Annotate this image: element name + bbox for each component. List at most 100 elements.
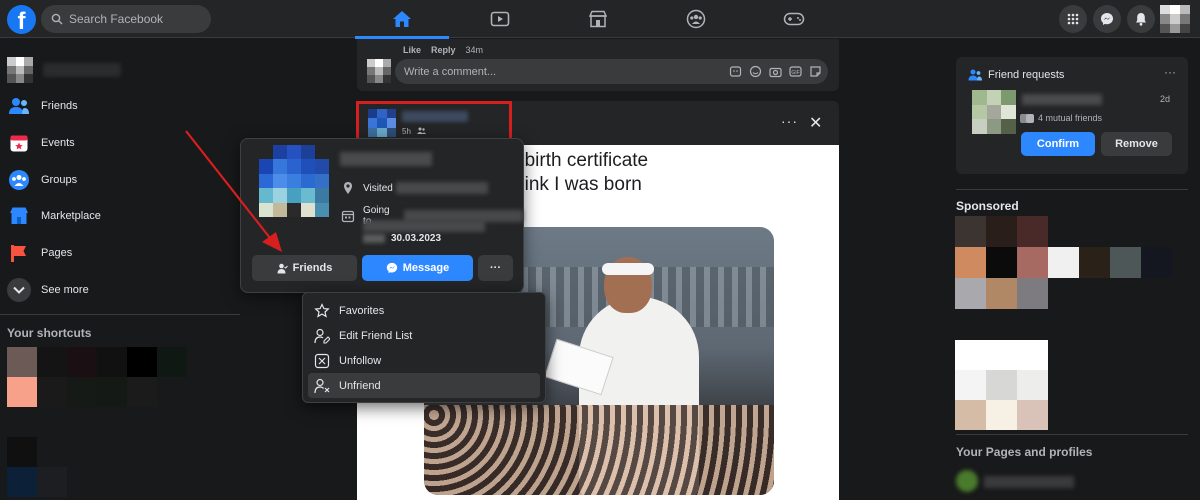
star-icon xyxy=(314,302,330,318)
profile-hover-card: Visited Going to 30.03.2023 Friends Mess… xyxy=(240,138,524,293)
more-options-button[interactable]: ··· xyxy=(478,255,513,281)
shortcut-list[interactable] xyxy=(7,437,67,497)
friend-requests-card: Friend requests ··· 2d 4 mutual friends … xyxy=(956,57,1188,174)
messenger-button[interactable] xyxy=(1093,5,1121,33)
sidebar-profile[interactable] xyxy=(7,57,121,83)
marketplace-icon xyxy=(588,10,608,28)
sidebar-item-label: Friends xyxy=(41,100,78,112)
account-avatar[interactable] xyxy=(1160,5,1190,33)
sidebar-item-label: Events xyxy=(41,137,75,149)
divider xyxy=(956,189,1188,190)
menu-button[interactable] xyxy=(1059,5,1087,33)
unfriend-icon xyxy=(314,378,330,393)
pages-profiles-title: Your Pages and profiles xyxy=(956,445,1093,459)
search-icon xyxy=(51,13,63,25)
notifications-button[interactable] xyxy=(1127,5,1155,33)
hover-card-name-blurred[interactable] xyxy=(340,152,432,166)
gaming-icon xyxy=(783,12,805,26)
friends-dropdown-menu: Favorites Edit Friend List Unfollow Unfr… xyxy=(302,292,546,403)
close-icon[interactable]: ✕ xyxy=(809,113,822,133)
sidebar-item-marketplace[interactable]: Marketplace xyxy=(7,201,101,231)
messenger-icon xyxy=(386,262,397,274)
svg-text:GIF: GIF xyxy=(791,70,799,76)
location-pin-icon xyxy=(344,182,352,194)
friend-request-avatar[interactable] xyxy=(972,90,1016,134)
divider xyxy=(0,314,240,315)
sponsored-title: Sponsored xyxy=(956,199,1019,213)
friends-icon xyxy=(7,94,31,118)
search-box[interactable] xyxy=(41,5,211,33)
menu-item-unfollow[interactable]: Unfollow xyxy=(308,348,540,373)
watch-icon xyxy=(490,11,510,27)
tab-gaming[interactable] xyxy=(747,0,841,38)
search-input[interactable] xyxy=(69,12,199,26)
mutual-friends[interactable]: 4 mutual friends xyxy=(1020,113,1102,123)
like-link[interactable]: Like xyxy=(403,45,421,55)
hover-card-date: 30.03.2023 xyxy=(363,233,441,244)
comment-input[interactable] xyxy=(404,65,704,78)
events-icon xyxy=(7,131,31,155)
marketplace-icon xyxy=(7,204,31,228)
friends-check-icon xyxy=(277,263,288,273)
calendar-icon xyxy=(341,210,355,223)
tab-marketplace[interactable] xyxy=(551,0,645,38)
friend-request-age: 2d xyxy=(1160,94,1171,104)
comment-time: 34m xyxy=(465,45,484,55)
avatar-sticker-icon[interactable] xyxy=(729,65,742,78)
sponsored-ad-image[interactable] xyxy=(955,216,1172,309)
mutual-friends-avatars-icon xyxy=(1020,113,1034,123)
sidebar-item-events[interactable]: Events xyxy=(7,128,75,158)
friend-request-icon xyxy=(968,69,982,81)
hover-card-visited: Visited xyxy=(341,181,488,195)
avatar xyxy=(7,57,33,83)
groups-icon xyxy=(686,9,706,29)
pages-icon xyxy=(7,241,31,265)
gif-icon[interactable]: GIF xyxy=(789,65,802,78)
left-sidebar: Friends Events Groups Marketplace Pages … xyxy=(0,39,240,500)
sidebar-item-see-more[interactable]: See more xyxy=(7,275,89,305)
friend-request-name-blurred[interactable] xyxy=(1022,94,1102,105)
menu-item-unfriend[interactable]: Unfriend xyxy=(308,373,540,398)
sidebar-item-label: Marketplace xyxy=(41,210,101,222)
friend-requests-title: Friend requests xyxy=(988,69,1065,81)
menu-item-favorites[interactable]: Favorites xyxy=(308,298,540,323)
avatar xyxy=(367,59,391,83)
comment-box[interactable]: GIF xyxy=(395,59,828,84)
facebook-logo[interactable]: f xyxy=(7,5,36,34)
shortcut-list[interactable] xyxy=(7,347,187,407)
menu-item-edit-friend-list[interactable]: Edit Friend List xyxy=(308,323,540,348)
sticker-icon[interactable] xyxy=(809,65,822,78)
edit-friend-list-icon xyxy=(314,328,330,344)
tab-groups[interactable] xyxy=(649,0,743,38)
top-bar: f xyxy=(0,0,1200,39)
reply-link[interactable]: Reply xyxy=(431,45,456,55)
friends-button[interactable]: Friends xyxy=(252,255,357,281)
camera-icon[interactable] xyxy=(769,65,782,78)
menu-icon xyxy=(1067,13,1079,25)
sidebar-item-label: Groups xyxy=(41,174,78,186)
groups-icon xyxy=(7,168,31,192)
emoji-icon[interactable] xyxy=(749,65,762,78)
page-name-blurred[interactable] xyxy=(984,476,1074,488)
sidebar-item-groups[interactable]: Groups xyxy=(7,165,77,195)
friend-requests-more-button[interactable]: ··· xyxy=(1164,65,1176,79)
post-options-button[interactable]: ··· xyxy=(781,113,798,129)
hover-card-avatar[interactable] xyxy=(259,145,329,217)
notifications-icon xyxy=(1136,13,1146,26)
confirm-button[interactable]: Confirm xyxy=(1021,132,1095,156)
sidebar-item-friends[interactable]: Friends xyxy=(7,91,78,121)
comment-actions: Like Reply 34m xyxy=(403,45,483,55)
hover-card-going-cont xyxy=(363,220,485,232)
profile-name-blurred xyxy=(43,63,121,77)
sponsored-ad-image[interactable] xyxy=(955,340,1048,430)
sidebar-item-pages[interactable]: Pages xyxy=(7,238,72,268)
home-icon xyxy=(393,11,411,27)
message-button[interactable]: Message xyxy=(362,255,473,281)
tab-home[interactable] xyxy=(355,0,449,39)
page-avatar[interactable] xyxy=(956,470,978,492)
remove-button[interactable]: Remove xyxy=(1101,132,1172,156)
comment-section: Like Reply 34m GIF xyxy=(357,39,839,91)
shortcuts-title: Your shortcuts xyxy=(7,326,92,340)
tab-watch[interactable] xyxy=(453,0,547,38)
sidebar-item-label: See more xyxy=(41,284,89,296)
